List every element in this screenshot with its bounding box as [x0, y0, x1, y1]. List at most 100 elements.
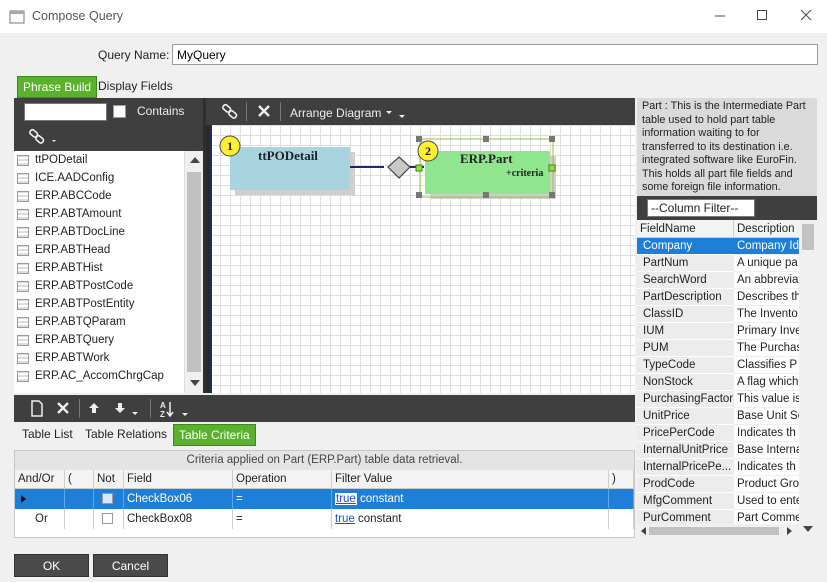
- delete-criteria-button[interactable]: [56, 401, 70, 418]
- field-row[interactable]: Company Company Ide: [637, 238, 799, 255]
- scroll-thumb[interactable]: [649, 527, 779, 535]
- open-paren-cell[interactable]: [65, 489, 94, 509]
- link-dropdown-button[interactable]: [28, 128, 62, 149]
- column-header-not[interactable]: Not: [94, 470, 124, 489]
- toolbar-separator: [79, 399, 80, 418]
- resize-handle[interactable]: [416, 192, 422, 198]
- list-item[interactable]: ERP.ABCCode: [14, 187, 184, 205]
- list-item[interactable]: ERP.ABTDocLine: [14, 223, 184, 241]
- field-grid-vscrollbar[interactable]: [799, 220, 817, 538]
- open-paren-cell[interactable]: [65, 509, 94, 529]
- field-row[interactable]: UnitPrice Base Unit Se: [637, 408, 799, 425]
- column-header-close-paren[interactable]: ): [609, 470, 634, 489]
- list-item[interactable]: ERP.ABTAmount: [14, 205, 184, 223]
- field-row[interactable]: MfgComment Used to ente: [637, 493, 799, 510]
- new-criteria-button[interactable]: [30, 400, 44, 420]
- connector-handle[interactable]: [415, 164, 423, 172]
- list-item[interactable]: ERP.ABTHead: [14, 241, 184, 259]
- tab-table-list[interactable]: Table List: [17, 424, 78, 446]
- cancel-button[interactable]: Cancel: [93, 554, 168, 577]
- not-checkbox[interactable]: [102, 513, 113, 524]
- column-header-operation[interactable]: Operation: [233, 470, 332, 489]
- list-item[interactable]: ttPODetail: [14, 151, 184, 169]
- connector-handle[interactable]: [548, 164, 556, 172]
- diagram-canvas[interactable]: 1 ttPODetail 2 ERP.Part +criteria: [206, 125, 635, 393]
- scroll-thumb[interactable]: [187, 172, 201, 372]
- scroll-thumb[interactable]: [802, 224, 814, 250]
- field-row[interactable]: PricePerCode Indicates th: [637, 425, 799, 442]
- move-down-button[interactable]: [114, 402, 126, 417]
- close-button[interactable]: [786, 4, 826, 28]
- field-row[interactable]: PartDescription Describes th: [637, 289, 799, 306]
- column-header-fieldname[interactable]: FieldName: [637, 220, 734, 238]
- tab-table-relations[interactable]: Table Relations: [80, 424, 172, 446]
- tab-table-criteria[interactable]: Table Criteria: [173, 424, 256, 446]
- scroll-right-icon[interactable]: [787, 527, 792, 535]
- field-row[interactable]: InternalUnitPrice Base Interna: [637, 442, 799, 459]
- resize-handle[interactable]: [549, 136, 555, 142]
- column-header-open-paren[interactable]: (: [65, 470, 94, 489]
- relation-diamond[interactable]: [387, 156, 411, 179]
- maximize-button[interactable]: [742, 4, 782, 28]
- column-header-description[interactable]: Description: [734, 220, 799, 238]
- operation-cell[interactable]: =: [233, 509, 332, 529]
- move-up-button[interactable]: [88, 402, 100, 417]
- field-row[interactable]: InternalPricePe... Indicates th: [637, 459, 799, 476]
- list-item[interactable]: ERP.ABTPostEntity: [14, 295, 184, 313]
- andor-cell[interactable]: Or: [15, 509, 65, 529]
- minimize-button[interactable]: [700, 4, 740, 28]
- scroll-left-icon[interactable]: [641, 527, 646, 535]
- table-search-input[interactable]: [24, 103, 107, 121]
- field-row[interactable]: IUM Primary Inve: [637, 323, 799, 340]
- list-item[interactable]: ICE.AADConfig: [14, 169, 184, 187]
- list-item[interactable]: ERP.AC_AccomChrgCap: [14, 367, 184, 385]
- field-row[interactable]: TypeCode Classifies P: [637, 357, 799, 374]
- operation-cell[interactable]: =: [233, 489, 332, 509]
- list-item[interactable]: ERP.ABTHist: [14, 259, 184, 277]
- diagram-delete-button[interactable]: [257, 104, 271, 121]
- field-cell[interactable]: CheckBox08: [124, 509, 233, 529]
- resize-handle[interactable]: [416, 136, 422, 142]
- tab-display-fields[interactable]: Display Fields: [93, 76, 178, 98]
- filter-value-link[interactable]: true: [335, 513, 355, 525]
- sort-button[interactable]: A Z: [160, 400, 190, 421]
- resize-handle[interactable]: [549, 192, 555, 198]
- criteria-row[interactable]: Or CheckBox08 = true constant: [15, 509, 634, 529]
- scroll-down-icon[interactable]: [803, 526, 813, 532]
- column-filter-input[interactable]: --Column Filter--: [647, 199, 755, 217]
- field-row[interactable]: NonStock A flag which: [637, 374, 799, 391]
- close-paren-cell[interactable]: [609, 489, 634, 509]
- criteria-row[interactable]: CheckBox06 = true constant: [15, 489, 634, 509]
- close-paren-cell[interactable]: [609, 509, 634, 529]
- field-row[interactable]: ProdCode Product Gro: [637, 476, 799, 493]
- ok-button[interactable]: OK: [14, 554, 89, 577]
- query-name-input[interactable]: [172, 44, 818, 65]
- dropdown-arrow-icon[interactable]: [132, 410, 140, 418]
- scroll-down-icon[interactable]: [190, 380, 200, 386]
- field-grid-hscrollbar[interactable]: [637, 524, 799, 538]
- list-item[interactable]: ERP.ABTQParam: [14, 313, 184, 331]
- field-row[interactable]: ClassID The Invento: [637, 306, 799, 323]
- field-row[interactable]: PUM The Purchas: [637, 340, 799, 357]
- table-icon: [17, 353, 29, 364]
- contains-checkbox[interactable]: [113, 105, 126, 118]
- scroll-up-icon[interactable]: [190, 157, 200, 163]
- diagram-link-button[interactable]: [222, 103, 240, 124]
- column-header-filter-value[interactable]: Filter Value: [332, 470, 609, 489]
- table-list-scrollbar[interactable]: [184, 151, 203, 393]
- tab-phrase-build[interactable]: Phrase Build: [17, 76, 98, 98]
- field-row[interactable]: PurchasingFactor This value is: [637, 391, 799, 408]
- resize-handle[interactable]: [483, 136, 489, 142]
- minimize-icon: [715, 15, 725, 17]
- field-row[interactable]: SearchWord An abbreviat: [637, 272, 799, 289]
- column-header-andor[interactable]: And/Or: [15, 470, 65, 489]
- field-cell[interactable]: CheckBox06: [124, 489, 233, 509]
- list-item[interactable]: ERP.ABTWork: [14, 349, 184, 367]
- field-row[interactable]: PartNum A unique pa: [637, 255, 799, 272]
- not-checkbox[interactable]: [102, 493, 113, 504]
- resize-handle[interactable]: [483, 192, 489, 198]
- list-item[interactable]: ERP.ABTPostCode: [14, 277, 184, 295]
- filter-value-link[interactable]: true: [336, 493, 356, 505]
- list-item[interactable]: ERP.ABTQuery: [14, 331, 184, 349]
- column-header-field[interactable]: Field: [124, 470, 233, 489]
